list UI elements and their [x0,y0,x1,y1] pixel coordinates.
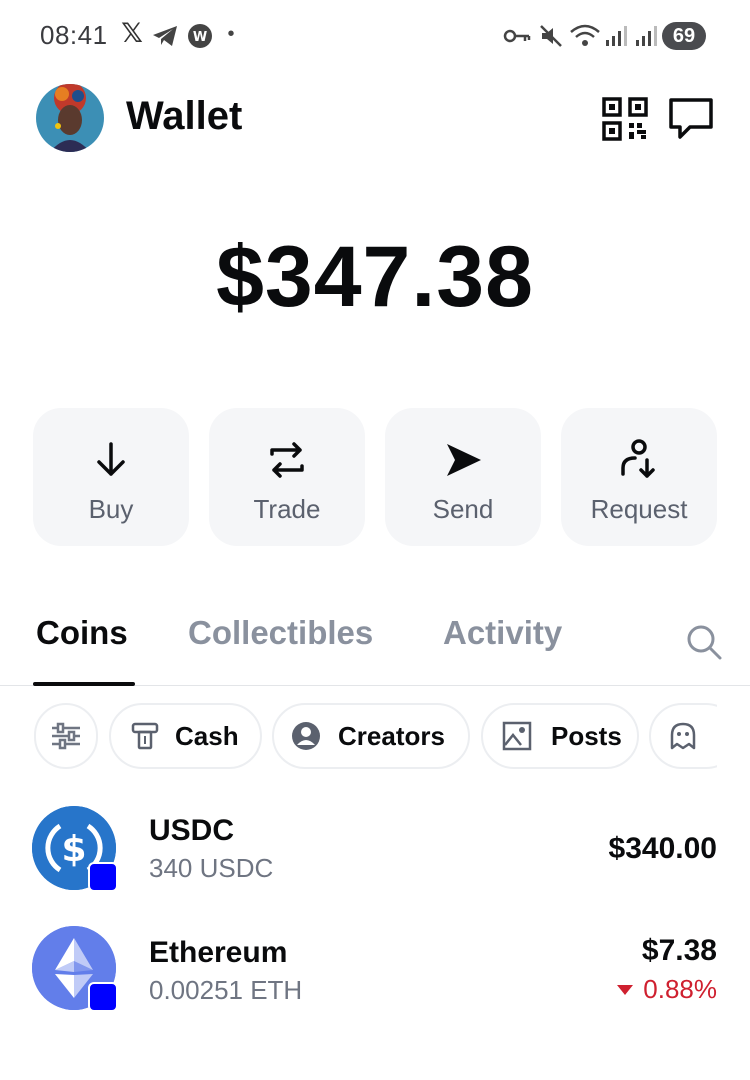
qr-code-icon [602,97,648,141]
swap-icon [263,436,311,484]
coin-row-ethereum[interactable]: Ethereum 0.00251 ETH $7.38 0.88% [0,922,750,1032]
svg-text:$: $ [61,829,86,870]
search-icon [687,625,722,660]
x-icon: 𝕏 [121,17,143,48]
signal-icon [604,22,628,50]
image-icon [501,720,533,752]
cash-icon [129,720,161,752]
filter-settings-chip[interactable] [34,703,98,769]
status-time: 08:41 [40,20,108,50]
messages-button[interactable] [668,96,714,142]
coin-change: 0.88% [617,974,717,1005]
tab-collectibles[interactable]: Collectibles [188,614,373,652]
qr-code-button[interactable] [602,97,648,141]
trade-button[interactable]: Trade [209,408,365,546]
signal-icon [634,22,658,50]
buy-button[interactable]: Buy [33,408,189,546]
buy-label: Buy [88,494,134,524]
trade-label: Trade [253,494,321,524]
creator-icon [290,720,322,752]
sliders-icon [50,720,82,752]
app-notification-icon: W [186,22,214,50]
posts-label: Posts [551,720,622,751]
coin-name: USDC [149,814,235,847]
action-buttons: Buy Trade Send Request [33,408,717,546]
request-label: Request [590,494,688,524]
battery-indicator: 69 [662,22,706,50]
send-label: Send [432,494,494,524]
send-icon [439,436,487,484]
mute-icon [538,22,564,50]
coin-change-value: 0.88% [643,974,717,1004]
total-balance: $347.38 [216,229,534,325]
cash-label: Cash [175,720,239,751]
filter-posts-chip[interactable]: Posts [481,703,639,769]
creators-label: Creators [338,720,445,751]
telegram-icon [150,22,180,50]
request-icon [615,436,663,484]
avatar[interactable] [36,84,104,152]
page-title: Wallet [126,94,243,138]
chat-icon [669,98,713,139]
dot-icon: • [227,22,235,45]
ghost-icon [667,720,699,752]
send-button[interactable]: Send [385,408,541,546]
network-badge [88,982,118,1012]
status-bar: 08:41 𝕏 W • 69 [0,0,750,70]
key-icon [502,22,532,50]
active-tab-indicator [33,682,135,686]
search-button[interactable] [684,622,724,662]
asset-tabs: Coins Collectibles Activity [0,600,750,686]
tab-activity[interactable]: Activity [443,614,562,652]
coin-value: $7.38 [641,934,717,967]
coin-amount: 0.00251 ETH [149,975,303,1005]
coin-name: Ethereum [149,936,288,969]
filter-cash-chip[interactable]: Cash [109,703,262,769]
tab-coins[interactable]: Coins [36,614,128,652]
arrow-down-icon [87,436,135,484]
down-arrow-icon [617,984,634,995]
network-badge [88,862,118,892]
filter-ghost-chip[interactable] [649,703,717,769]
coin-amount: 340 USDC [149,853,274,883]
request-button[interactable]: Request [561,408,717,546]
coin-row-usdc[interactable]: $ USDC 340 USDC $340.00 [0,800,750,910]
filter-chips: Cash Creators Posts [34,703,717,769]
filter-creators-chip[interactable]: Creators [272,703,470,769]
coin-value: $340.00 [608,832,717,865]
svg-text:W: W [193,30,207,45]
wifi-icon [568,22,602,50]
